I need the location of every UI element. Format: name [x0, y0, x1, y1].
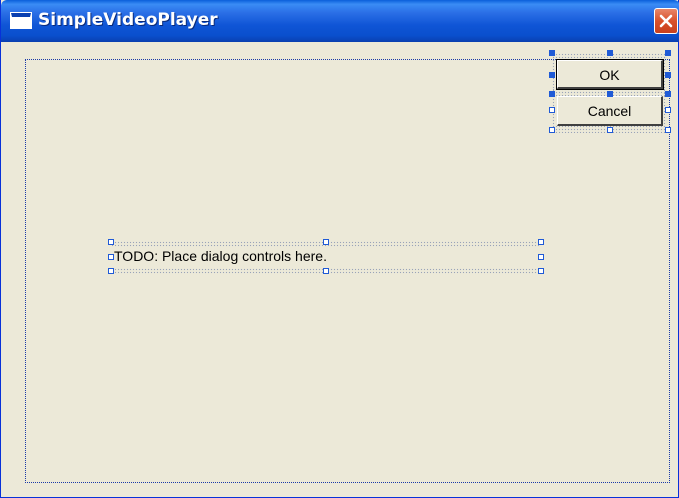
selection-handle[interactable] — [108, 268, 114, 274]
selection-handle[interactable] — [108, 239, 114, 245]
selection-handle[interactable] — [323, 268, 329, 274]
dialog-window: SimpleVideoPlayer OK Cancel TODO: Place … — [0, 0, 679, 498]
selection-handle[interactable] — [665, 72, 671, 78]
static-text-control[interactable]: TODO: Place dialog controls here. — [114, 248, 327, 264]
close-button[interactable] — [654, 8, 678, 34]
selection-handle[interactable] — [538, 239, 544, 245]
ok-button[interactable]: OK — [556, 59, 664, 90]
selection-handle[interactable] — [323, 239, 329, 245]
selection-handle[interactable] — [607, 91, 613, 97]
selection-handle[interactable] — [549, 50, 555, 56]
title-bar[interactable]: SimpleVideoPlayer — [1, 0, 679, 42]
selection-handle[interactable] — [549, 127, 555, 133]
window-icon — [10, 12, 32, 29]
selection-handle[interactable] — [549, 72, 555, 78]
selection-handle[interactable] — [665, 91, 671, 97]
selection-handle[interactable] — [538, 268, 544, 274]
selection-handle[interactable] — [665, 107, 671, 113]
selection-handle[interactable] — [607, 50, 613, 56]
window-title: SimpleVideoPlayer — [38, 10, 218, 30]
selection-handle[interactable] — [108, 254, 114, 260]
close-icon — [659, 14, 673, 28]
selection-handle[interactable] — [665, 50, 671, 56]
cancel-button[interactable]: Cancel — [557, 96, 663, 126]
selection-handle[interactable] — [607, 127, 613, 133]
selection-handle[interactable] — [538, 254, 544, 260]
selection-handle[interactable] — [665, 127, 671, 133]
selection-handle[interactable] — [549, 107, 555, 113]
selection-handle[interactable] — [549, 91, 555, 97]
